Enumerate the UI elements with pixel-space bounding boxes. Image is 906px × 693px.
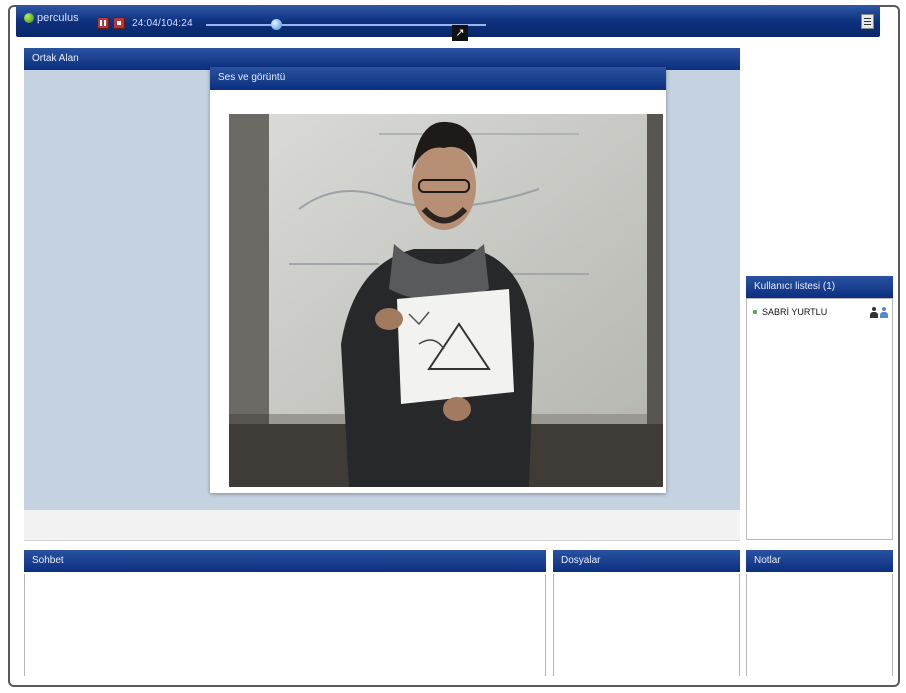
presenter-icon[interactable] [870, 306, 878, 318]
sohbet-title: Sohbet [32, 555, 64, 566]
ses-goruntu-title: Ses ve görüntü [218, 72, 286, 83]
ortak-alan-footer [24, 510, 740, 541]
logo-text: perculus [37, 12, 79, 24]
online-status-icon [753, 310, 757, 314]
notlar-header: Notlar [746, 550, 893, 572]
user-list-header: Kullanıcı listesi (1) [746, 276, 893, 298]
sohbet-header: Sohbet [24, 550, 546, 572]
ortak-alan-title: Ortak Alan [32, 53, 79, 64]
user-list-item[interactable]: SABRİ YURTLU [753, 305, 888, 319]
sohbet-panel[interactable] [24, 574, 546, 676]
dosyalar-panel[interactable] [553, 574, 740, 676]
ses-goruntu-window: Ses ve görüntü [210, 67, 666, 493]
logo-icon [24, 13, 34, 23]
user-list-title: Kullanıcı listesi (1) [754, 281, 836, 292]
seek-bar[interactable] [206, 24, 486, 26]
pause-icon[interactable] [97, 17, 109, 29]
notlar-panel[interactable] [746, 574, 893, 676]
popout-icon[interactable]: ↗ [452, 25, 468, 41]
menu-icon[interactable] [861, 14, 874, 29]
notlar-title: Notlar [754, 555, 781, 566]
user-list: SABRİ YURTLU [746, 298, 893, 540]
stop-icon[interactable] [113, 17, 125, 29]
player-toolbar: perculus 24:04/104:24 ↗ [16, 5, 880, 41]
video-feed [229, 114, 663, 487]
ses-goruntu-header[interactable]: Ses ve görüntü [210, 67, 666, 90]
video-frame-image [229, 114, 663, 487]
dosyalar-header: Dosyalar [553, 550, 740, 572]
dosyalar-title: Dosyalar [561, 555, 601, 566]
perculus-logo: perculus [24, 12, 79, 24]
playback-timecode: 24:04/104:24 [132, 18, 193, 29]
seek-handle[interactable] [270, 19, 282, 30]
user-name: SABRİ YURTLU [762, 307, 828, 317]
user-permission-icon[interactable] [880, 306, 888, 318]
